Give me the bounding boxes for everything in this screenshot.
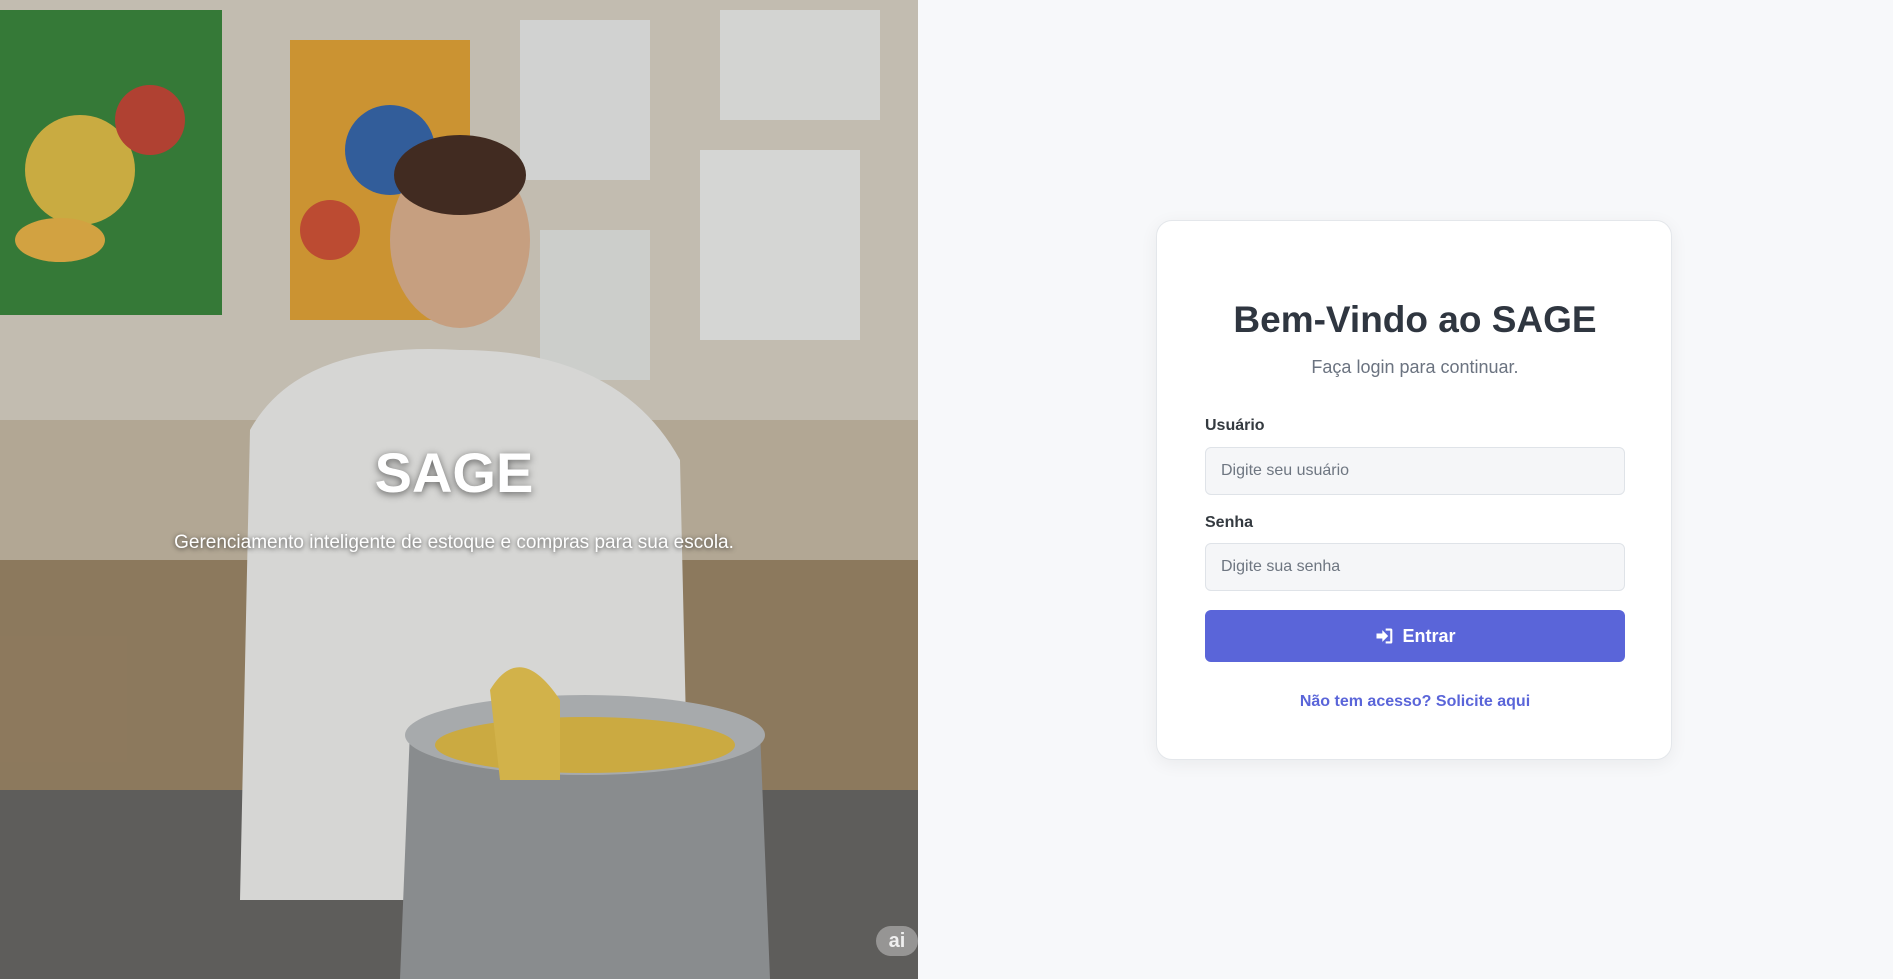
- login-card: Bem-Vindo ao SAGE Faça login para contin…: [1156, 220, 1672, 760]
- username-input[interactable]: [1205, 447, 1625, 495]
- hero-subtitle: Gerenciamento inteligente de estoque e c…: [174, 532, 734, 553]
- hero-title: SAGE: [374, 441, 534, 504]
- hero-panel: SAGE Gerenciamento inteligente de estoqu…: [0, 0, 918, 979]
- login-title: Bem-Vindo ao SAGE: [1233, 299, 1597, 340]
- password-input[interactable]: [1205, 543, 1625, 591]
- sign-in-icon: [1376, 628, 1393, 644]
- login-button[interactable]: Entrar: [1205, 610, 1625, 662]
- request-access-link[interactable]: Não tem acesso? Solicite aqui: [1157, 693, 1673, 711]
- login-subtitle: Faça login para continuar.: [1311, 357, 1519, 377]
- login-panel: Bem-Vindo ao SAGE Faça login para contin…: [918, 0, 1893, 979]
- login-button-label: Entrar: [1402, 625, 1456, 646]
- ai-badge: ai: [876, 926, 918, 956]
- username-label: Usuário: [1205, 417, 1265, 434]
- password-label: Senha: [1205, 514, 1254, 531]
